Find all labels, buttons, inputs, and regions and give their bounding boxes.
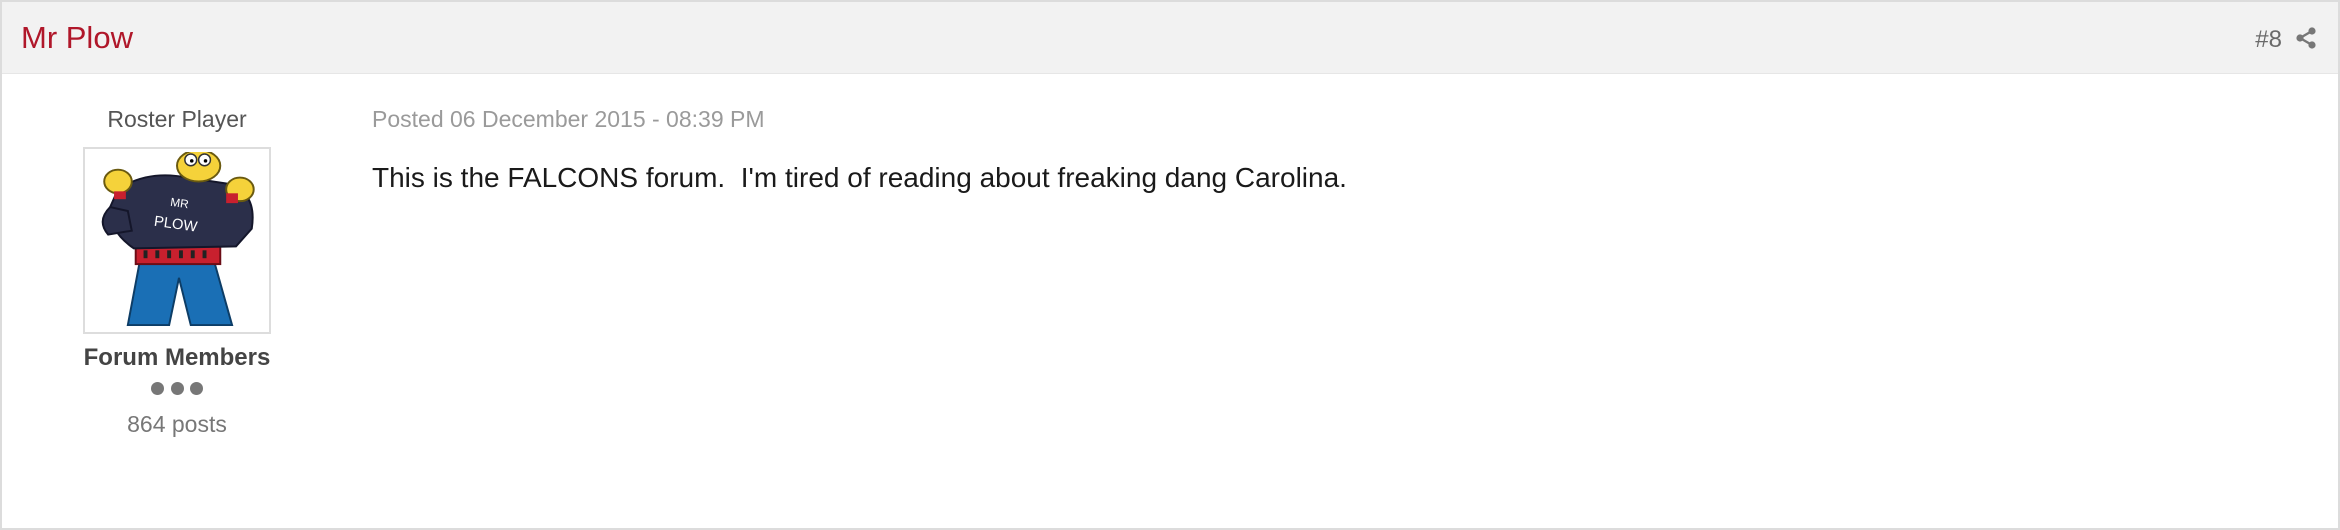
rank-pip-icon (189, 382, 203, 395)
post-number-link[interactable]: #8 (2255, 26, 2282, 54)
post-content: This is the FALCONS forum. I'm tired of … (372, 162, 1347, 193)
post-date: Posted 06 December 2015 - 08:39 PM (372, 106, 765, 132)
rank-pips (2, 382, 352, 398)
avatar[interactable]: MR PLOW (83, 147, 271, 334)
author-name-link[interactable]: Mr Plow (21, 20, 133, 56)
member-title: Roster Player (107, 106, 247, 132)
post-count: 864 posts (127, 411, 227, 437)
author-info: Roster Player MR PLOW Forum Members 864 … (2, 74, 352, 514)
svg-text:MR: MR (169, 195, 189, 211)
forum-post: Mr Plow #8 Roster Player MR PLOW Forum M… (0, 0, 2340, 530)
share-icon[interactable] (2294, 26, 2318, 50)
rank-pip-icon (170, 382, 184, 395)
member-group: Forum Members (83, 344, 271, 371)
avatar-image: MR PLOW (88, 152, 266, 329)
rank-pip-icon (151, 382, 165, 395)
post-header: Mr Plow #8 (2, 2, 2338, 74)
post-body: Posted 06 December 2015 - 08:39 PM This … (372, 74, 2272, 514)
